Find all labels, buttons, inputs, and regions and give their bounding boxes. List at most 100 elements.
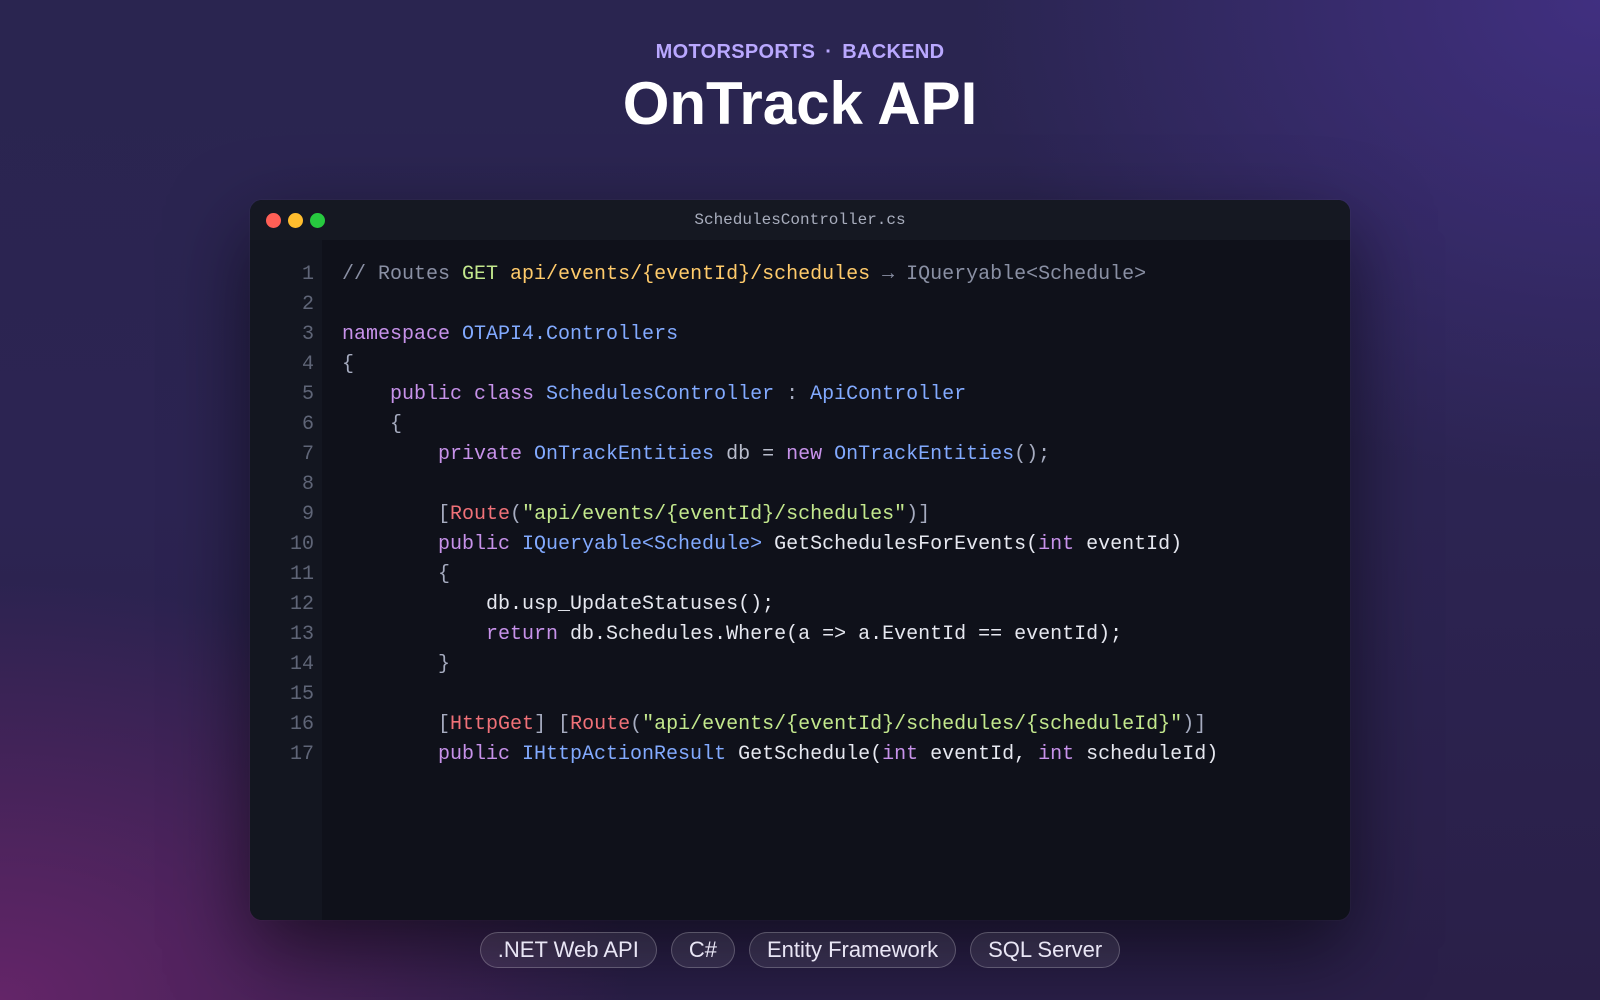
code-token: OnTrackEntities: [834, 443, 1015, 466]
code-token: return: [486, 623, 571, 646]
code-token: GET: [462, 263, 511, 286]
kicker-subcategory: BACKEND: [842, 41, 945, 63]
page-kicker: MOTORSPORTS · BACKEND: [0, 38, 1600, 66]
line-number-gutter: 1 2 3 4 5 6 7 8 9 10 11 12 13 14 15 16 17: [250, 240, 322, 920]
code-token: "api/events/{eventId}/schedules/{schedul…: [642, 713, 1183, 736]
code-token: (: [510, 503, 523, 526]
line-number: 5: [301, 383, 314, 406]
code-token: GetSchedule(: [738, 743, 883, 766]
code-token: }: [438, 653, 451, 676]
kicker-separator: ·: [825, 41, 833, 63]
code-token: :: [774, 383, 811, 406]
code-token: (: [630, 713, 643, 736]
code-line: // Routes GET api/events/{eventId}/sched…: [342, 260, 1350, 290]
code-area[interactable]: // Routes GET api/events/{eventId}/sched…: [322, 240, 1350, 920]
line-number: 6: [301, 413, 314, 436]
tech-tag: C#: [670, 932, 735, 968]
code-token: )]: [906, 503, 931, 526]
code-line: public IHttpActionResult GetSchedule(int…: [342, 740, 1350, 770]
code-editor: 1 2 3 4 5 6 7 8 9 10 11 12 13 14 15 16 17 // Routes GET …: [250, 240, 1350, 920]
code-line: public class SchedulesController : ApiCo…: [342, 380, 1350, 410]
code-line: {: [342, 350, 1350, 380]
code-token: OTAPI4.Controllers: [462, 323, 679, 346]
code-line: {: [342, 560, 1350, 590]
code-token: [: [438, 713, 451, 736]
code-token: eventId): [1086, 533, 1183, 556]
code-token: {: [438, 563, 451, 586]
code-token: IQueryable<Schedule>: [522, 533, 775, 556]
line-number: 9: [301, 503, 314, 526]
code-token: OnTrackEntities: [534, 443, 715, 466]
line-number: 16: [289, 713, 314, 736]
code-token: HttpGet: [450, 713, 535, 736]
line-number: 8: [301, 473, 314, 496]
code-token: Route: [570, 713, 631, 736]
code-token: ();: [1014, 443, 1051, 466]
code-token: public class: [390, 383, 547, 406]
code-token: db.Schedules.Where(a => a.EventId == eve…: [570, 623, 1123, 646]
code-line: {: [342, 410, 1350, 440]
tech-tag: SQL Server: [970, 932, 1121, 968]
line-number: 13: [289, 623, 314, 646]
code-line: public IQueryable<Schedule> GetSchedules…: [342, 530, 1350, 560]
kicker-category: MOTORSPORTS: [655, 41, 816, 63]
window-titlebar: SchedulesController.cs: [250, 200, 1350, 240]
code-line: ​: [342, 470, 1350, 500]
code-token: new: [786, 443, 835, 466]
code-window: SchedulesController.cs 1 2 3 4 5 6 7 8 9 10 11 12 13…: [250, 200, 1350, 920]
code-token: api/events/{eventId}/schedules: [510, 263, 871, 286]
line-number: 17: [289, 743, 314, 766]
code-token: public: [438, 743, 523, 766]
code-token: "api/events/{eventId}/schedules": [522, 503, 907, 526]
code-token: int: [1038, 533, 1087, 556]
line-number: 12: [289, 593, 314, 616]
code-token: SchedulesController: [546, 383, 775, 406]
code-line: [HttpGet] [Route("api/events/{eventId}/s…: [342, 710, 1350, 740]
tech-tag: Entity Framework: [748, 932, 957, 968]
line-number: 2: [301, 293, 314, 316]
code-token: private: [438, 443, 535, 466]
code-token: eventId,: [930, 743, 1039, 766]
code-token: namespace: [342, 323, 463, 346]
code-token: {: [342, 353, 355, 376]
code-token: {: [390, 413, 403, 436]
code-token: db =: [714, 443, 787, 466]
code-line: ​: [342, 680, 1350, 710]
code-token: ApiController: [810, 383, 967, 406]
code-token: GetSchedulesForEvents(: [774, 533, 1039, 556]
code-token: [: [438, 503, 451, 526]
line-number: 15: [289, 683, 314, 706]
code-token: int: [1038, 743, 1087, 766]
code-token: )]: [1182, 713, 1207, 736]
tech-tag-list: .NET Web API C# Entity Framework SQL Server: [0, 932, 1600, 968]
line-number: 3: [301, 323, 314, 346]
code-line: }: [342, 650, 1350, 680]
code-token: // Routes: [342, 263, 463, 286]
code-line: [Route("api/events/{eventId}/schedules")…: [342, 500, 1350, 530]
code-token: ] [: [534, 713, 571, 736]
code-line: private OnTrackEntities db = new OnTrack…: [342, 440, 1350, 470]
code-token: int: [882, 743, 931, 766]
line-number: 1: [301, 263, 314, 286]
window-filename: SchedulesController.cs: [694, 211, 906, 229]
code-token: Route: [450, 503, 511, 526]
code-line: return db.Schedules.Where(a => a.EventId…: [342, 620, 1350, 650]
code-token: public: [438, 533, 523, 556]
line-number: 7: [301, 443, 314, 466]
line-number: 11: [289, 563, 314, 586]
line-number: 4: [301, 353, 314, 376]
code-line: ​: [342, 290, 1350, 320]
page-header: MOTORSPORTS · BACKEND OnTrack API: [0, 38, 1600, 140]
code-token: scheduleId): [1086, 743, 1219, 766]
code-token: IHttpActionResult: [522, 743, 739, 766]
tech-tag: .NET Web API: [479, 932, 657, 968]
line-number: 14: [289, 653, 314, 676]
page-title: OnTrack API: [622, 70, 978, 137]
